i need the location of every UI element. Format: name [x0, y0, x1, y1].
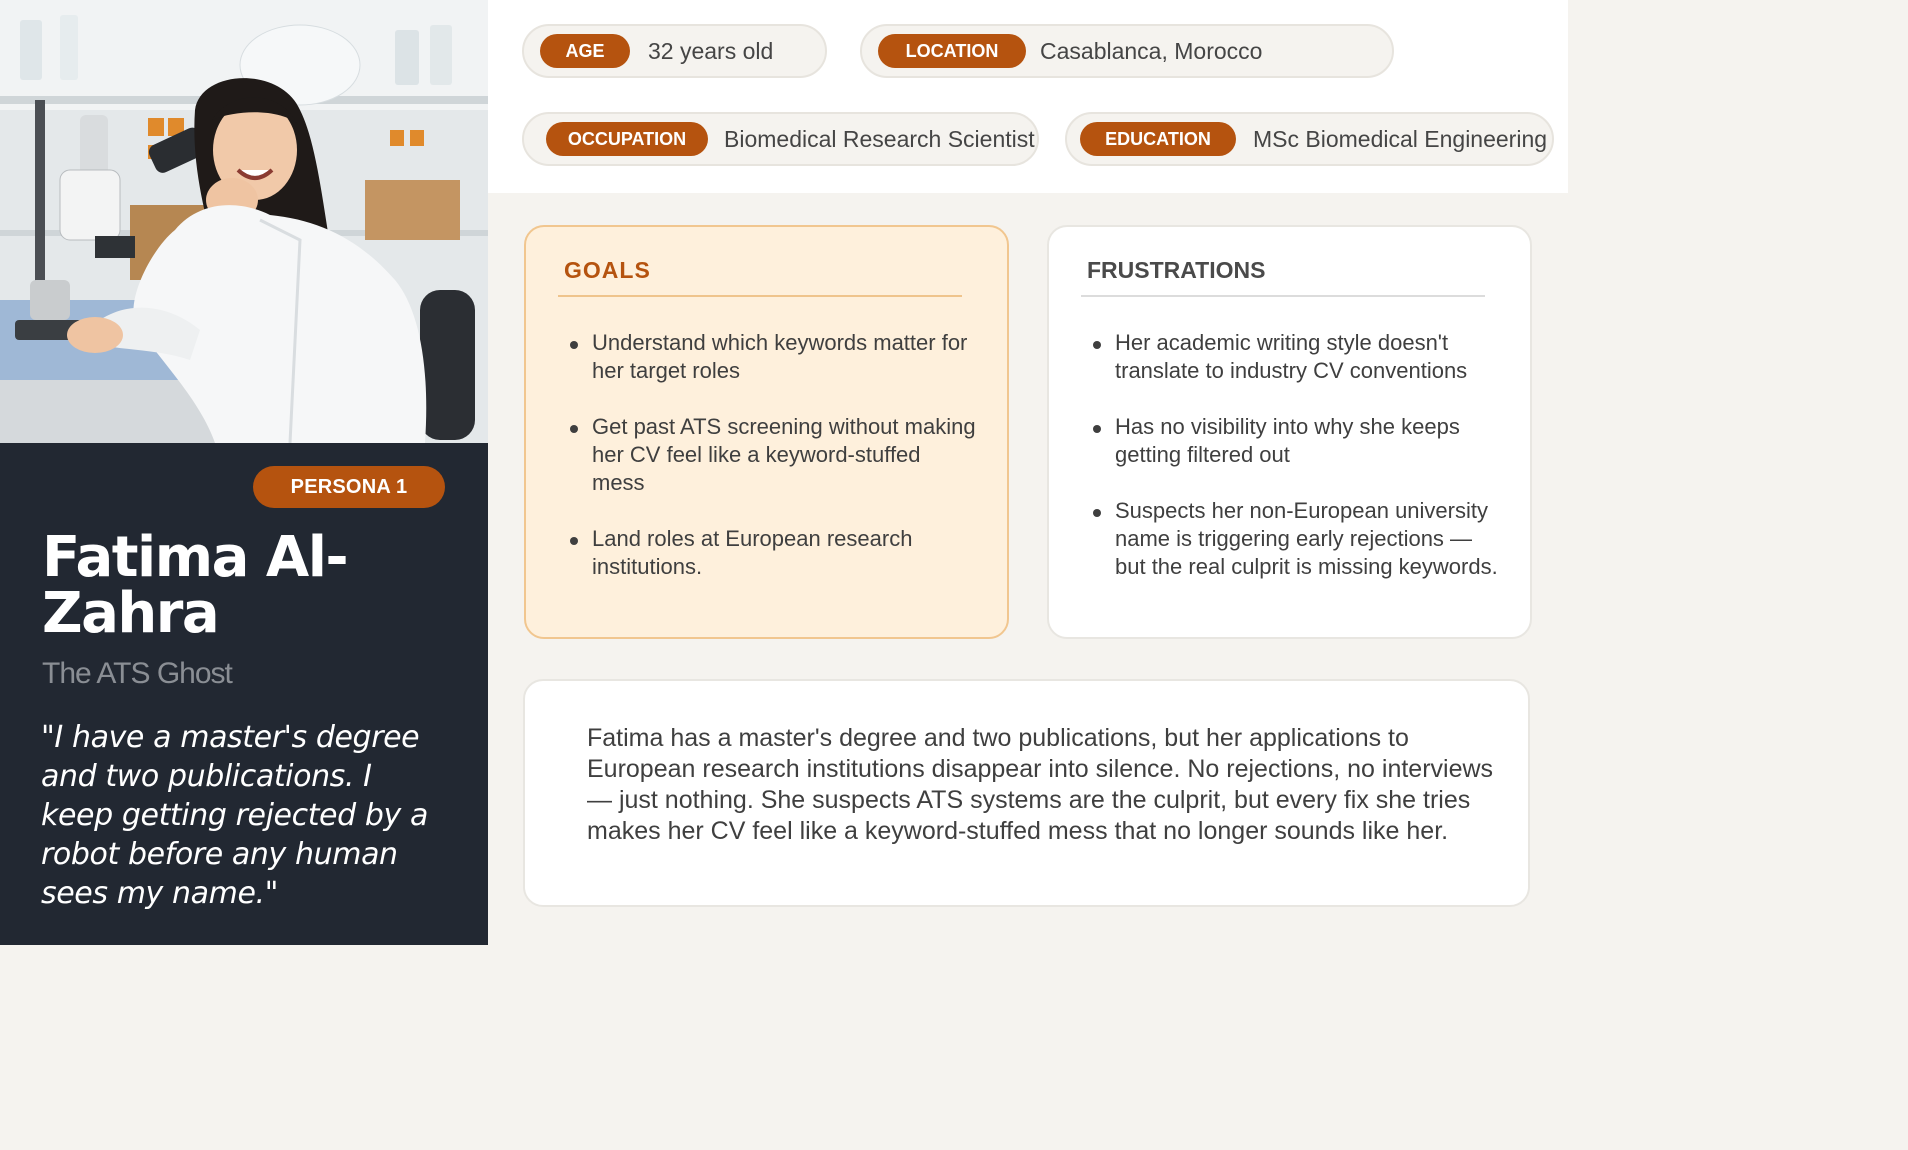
occupation-value: Biomedical Research Scientist [724, 125, 1035, 152]
persona-photo [0, 0, 488, 443]
frustrations-title: FRUSTRATIONS [1087, 257, 1266, 283]
goals-title: GOALS [564, 257, 651, 283]
goals-list: Understand which keywords matter for her… [566, 329, 976, 609]
goals-card: GOALS Understand which keywords matter f… [524, 225, 1009, 639]
persona-quote: "I have a master's degree and two public… [41, 720, 429, 911]
persona-name: Fatima Al-Zahra [42, 525, 349, 646]
occupation-tag: OCCUPATION [546, 122, 708, 156]
education-tag: EDUCATION [1080, 122, 1236, 156]
age-tag: AGE [540, 34, 630, 68]
goals-divider [558, 295, 962, 297]
persona-badge: PERSONA 1 [253, 466, 445, 508]
persona-archetype: The ATS Ghost [42, 657, 233, 690]
list-item: Her academic writing style doesn't trans… [1089, 329, 1499, 385]
list-item: Has no visibility into why she keeps get… [1089, 413, 1499, 469]
frustrations-card: FRUSTRATIONS Her academic writing style … [1047, 225, 1532, 639]
list-item: Get past ATS screening without making he… [566, 413, 976, 497]
bio-text: Fatima has a master's degree and two pub… [587, 724, 1494, 845]
occupation-pill: OCCUPATION Biomedical Research Scientist [522, 112, 1039, 166]
education-value: MSc Biomedical Engineering [1253, 125, 1548, 152]
frustrations-divider [1081, 295, 1485, 297]
age-pill: AGE 32 years old [522, 24, 827, 78]
education-pill: EDUCATION MSc Biomedical Engineering [1065, 112, 1554, 166]
frustrations-list: Her academic writing style doesn't trans… [1089, 329, 1499, 609]
list-item: Understand which keywords matter for her… [566, 329, 976, 385]
location-value: Casablanca, Morocco [1040, 37, 1263, 64]
persona-panel: PERSONA 1 Fatima Al-Zahra The ATS Ghost … [0, 0, 488, 945]
list-item: Suspects her non-European university nam… [1089, 497, 1499, 581]
list-item: Land roles at European research institut… [566, 525, 976, 581]
location-tag: LOCATION [878, 34, 1026, 68]
age-value: 32 years old [648, 37, 774, 64]
portrait-photo-icon [0, 0, 488, 443]
bio-card: Fatima has a master's degree and two pub… [523, 679, 1530, 907]
location-pill: LOCATION Casablanca, Morocco [860, 24, 1394, 78]
